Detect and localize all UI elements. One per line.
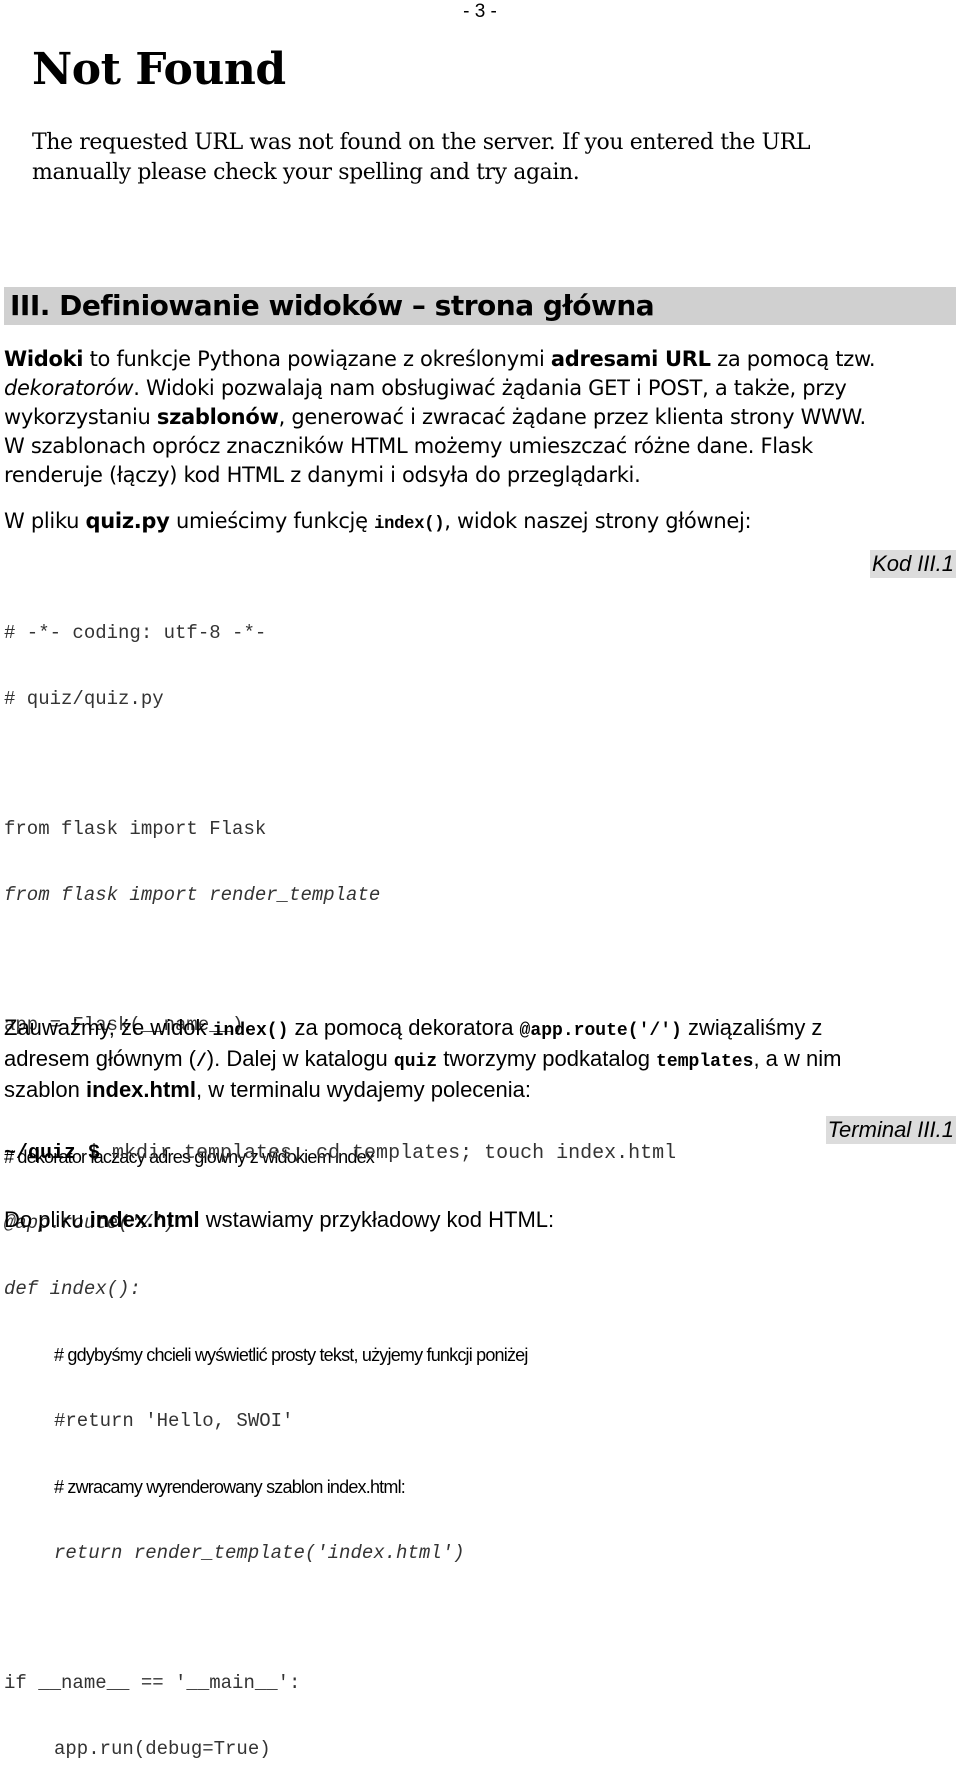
- terminal-block: ~/quiz $ mkdir templates; cd templates; …: [4, 1141, 676, 1167]
- intro-paragraph: Widoki to funkcje Pythona powiązane z ok…: [4, 345, 876, 490]
- explain-line-1: Zauważmy, że widok index() za pomocą dek…: [4, 1014, 841, 1045]
- term-widoki: Widoki: [4, 347, 84, 371]
- not-found-message: The requested URL was not found on the s…: [32, 128, 932, 188]
- text: wykorzystaniu: [4, 405, 157, 429]
- term-szablonow: szablonów: [156, 405, 279, 429]
- text: ). Dalej w katalogu: [206, 1046, 394, 1071]
- text: . Widoki pozwalają nam obsługiwać żądani…: [133, 376, 847, 400]
- inline-code: quiz: [393, 1052, 438, 1072]
- code-line: # quiz/quiz.py: [4, 688, 164, 710]
- code-comment: # zwracamy wyrenderowany szablon index.h…: [54, 1477, 406, 1497]
- text: umieścimy funkcję: [169, 509, 375, 533]
- inline-code: templates: [656, 1052, 754, 1072]
- filename-index-html: index.html: [89, 1207, 200, 1232]
- text: , a w nim: [753, 1046, 842, 1071]
- code-line: from flask import Flask: [4, 818, 267, 840]
- section-heading-bar: III. Definiowanie widoków – strona główn…: [4, 287, 956, 325]
- file-line: W pliku quiz.py umieścimy funkcję index(…: [4, 507, 752, 539]
- terminal-command: mkdir templates; cd templates; touch ind…: [100, 1142, 677, 1165]
- text: , widok naszej strony głównej:: [444, 509, 752, 533]
- text: za pomocą tzw.: [710, 347, 876, 371]
- intro-line-5: renderuje (łączy) kod HTML z danymi i od…: [4, 463, 641, 487]
- code-line: return render_template('index.html'): [54, 1542, 465, 1564]
- code-comment: # gdybyśmy chcieli wyświetlić prosty tek…: [54, 1345, 528, 1365]
- text: szablon: [4, 1077, 86, 1102]
- text: to funkcje Pythona powiązane z określony…: [83, 347, 551, 371]
- code-line: # -*- coding: utf-8 -*-: [4, 622, 267, 644]
- intro-line-2: dekoratorów. Widoki pozwalają nam obsług…: [4, 374, 875, 403]
- explain-line-2: adresem głównym (/). Dalej w katalogu qu…: [4, 1045, 841, 1076]
- text: Do pliku: [4, 1207, 90, 1232]
- not-found-message-line-2: manually please check your spelling and …: [32, 160, 580, 185]
- code-line: from flask import render_template: [4, 884, 381, 906]
- term-adresami-url: adresami URL: [550, 347, 711, 371]
- code-label: Kod III.1: [870, 550, 956, 578]
- inline-code: index(): [212, 1021, 289, 1041]
- intro-line-1: Widoki to funkcje Pythona powiązane z ok…: [4, 345, 876, 374]
- text: , w terminalu wydajemy polecenia:: [195, 1077, 532, 1102]
- filename-quiz-py: quiz.py: [85, 509, 170, 533]
- text: wstawiamy przykładowy kod HTML:: [199, 1207, 555, 1232]
- not-found-screenshot: Not Found The requested URL was not foun…: [32, 40, 811, 185]
- page-number: - 3 -: [463, 1, 497, 22]
- explain-paragraph: Zauważmy, że widok index() za pomocą dek…: [4, 1014, 841, 1104]
- terminal-prompt: ~/quiz $: [4, 1142, 101, 1165]
- section-heading: III. Definiowanie widoków – strona główn…: [10, 289, 655, 322]
- inline-code: @app.route('/'): [519, 1021, 682, 1041]
- closing-line: Do pliku index.html wstawiamy przykładow…: [4, 1206, 554, 1234]
- inline-code-index: index(): [374, 515, 445, 534]
- explain-line-3: szablon index.html, w terminalu wydajemy…: [4, 1076, 841, 1104]
- intro-line-4: W szablonach oprócz znaczników HTML może…: [4, 434, 813, 458]
- code-line: def index():: [4, 1278, 141, 1300]
- text: związaliśmy z: [681, 1015, 823, 1040]
- not-found-message-line-1: The requested URL was not found on the s…: [32, 130, 811, 155]
- filename-index-html: index.html: [85, 1077, 196, 1102]
- text: W pliku: [4, 509, 86, 533]
- inline-code: /: [195, 1052, 207, 1072]
- code-line: if __name__ == '__main__':: [4, 1672, 301, 1694]
- text: adresem głównym (: [4, 1046, 196, 1071]
- code-line: app.run(debug=True): [54, 1738, 271, 1760]
- intro-line-3: wykorzystaniu szablonów, generować i zwr…: [4, 403, 875, 432]
- text: za pomocą dekoratora: [288, 1015, 520, 1040]
- code-block: # -*- coding: utf-8 -*- # quiz/quiz.py f…: [4, 578, 528, 1782]
- terminal-label: Terminal III.1: [825, 1116, 956, 1144]
- not-found-title: Not Found: [32, 44, 286, 95]
- text: , generować i zwracać żądane przez klien…: [278, 405, 867, 429]
- code-line: #return 'Hello, SWOI': [54, 1410, 294, 1432]
- text: Zauważmy, że widok: [4, 1015, 213, 1040]
- text: tworzymy podkatalog: [437, 1046, 657, 1071]
- term-dekoratorow: dekoratorów: [4, 376, 134, 400]
